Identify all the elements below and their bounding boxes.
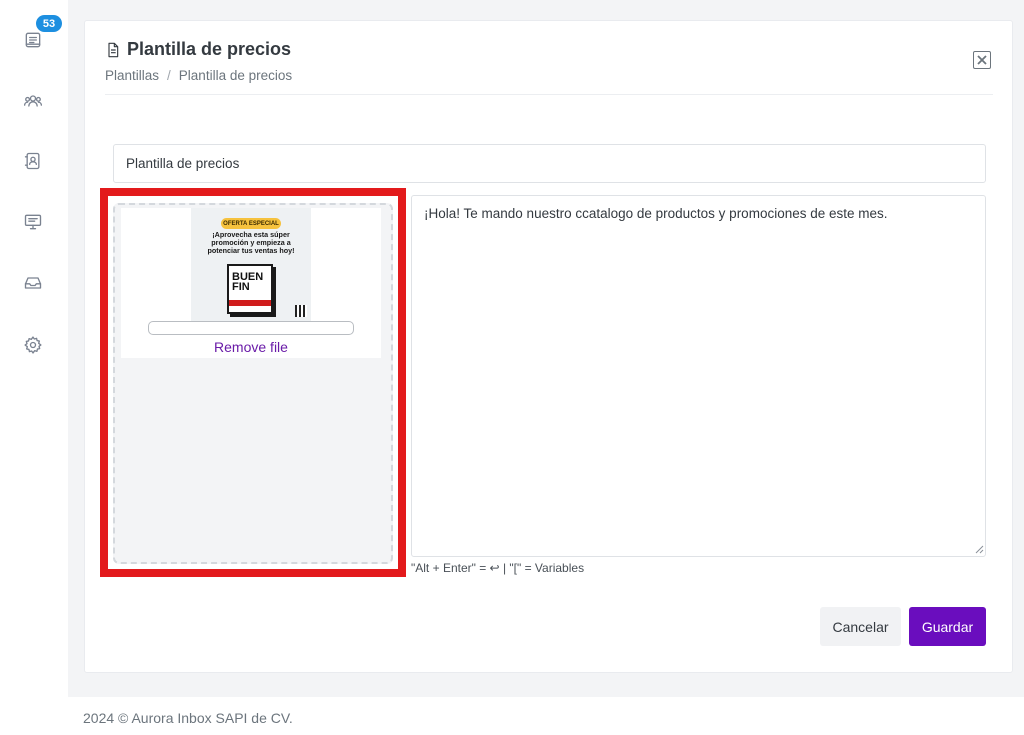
close-icon	[977, 55, 987, 65]
thumbnail-tag: OFERTA ESPECIAL	[221, 218, 281, 229]
breadcrumb: Plantillas / Plantilla de precios	[105, 68, 993, 83]
sidebar-item-settings[interactable]	[20, 332, 46, 358]
template-editor-card: Plantilla de precios Plantillas / Planti…	[84, 20, 1013, 673]
thumbnail-box: BUEN FIN	[227, 264, 273, 314]
inbox-icon	[25, 32, 41, 48]
title-row: Plantilla de precios	[105, 39, 993, 60]
qr-code-icon	[295, 305, 307, 317]
breadcrumb-plantillas-link[interactable]: Plantillas	[105, 68, 159, 83]
page-title: Plantilla de precios	[127, 39, 292, 59]
cancel-button[interactable]: Cancelar	[820, 607, 901, 646]
gear-icon	[24, 336, 42, 354]
footer-copyright: 2024 © Aurora Inbox SAPI de CV.	[83, 710, 293, 726]
sidebar-item-tray[interactable]	[20, 270, 46, 296]
file-preview: OFERTA ESPECIAL ¡Aprovecha esta súper pr…	[121, 208, 381, 358]
sidebar-item-users[interactable]	[20, 88, 46, 114]
resize-grip-icon[interactable]	[975, 545, 984, 554]
sidebar: 53	[0, 0, 68, 735]
breadcrumb-separator: /	[167, 68, 171, 83]
image-thumbnail: OFERTA ESPECIAL ¡Aprovecha esta súper pr…	[191, 208, 311, 321]
highlight-frame: OFERTA ESPECIAL ¡Aprovecha esta súper pr…	[100, 188, 406, 577]
thumbnail-box-text: BUEN FIN	[232, 271, 264, 293]
upload-progress-bar	[148, 321, 354, 335]
remove-file-link[interactable]: Remove file	[214, 339, 288, 355]
monitor-icon	[24, 214, 42, 230]
footer: 2024 © Aurora Inbox SAPI de CV.	[0, 697, 1024, 735]
template-name-input[interactable]	[113, 144, 986, 183]
sidebar-item-contacts[interactable]	[20, 148, 46, 174]
message-textarea[interactable]: ¡Hola! Te mando nuestro ccatalogo de pro…	[411, 195, 986, 557]
sidebar-item-monitor[interactable]	[20, 209, 46, 235]
file-dropzone[interactable]: OFERTA ESPECIAL ¡Aprovecha esta súper pr…	[113, 203, 393, 564]
contacts-icon	[24, 152, 40, 170]
users-icon	[24, 95, 42, 107]
save-button[interactable]: Guardar	[909, 607, 986, 646]
close-button[interactable]	[973, 51, 991, 69]
thumbnail-headline: ¡Aprovecha esta súper promoción y empiez…	[207, 230, 295, 255]
document-icon	[108, 42, 119, 57]
tray-icon	[24, 277, 42, 289]
breadcrumb-current: Plantilla de precios	[178, 68, 293, 83]
keyboard-hint: "Alt + Enter" = ↩ | "[" = Variables	[411, 561, 585, 575]
card-header: Plantilla de precios Plantillas / Planti…	[105, 39, 993, 95]
thumbnail-stripe	[229, 300, 271, 306]
unread-count-badge: 53	[36, 15, 62, 32]
